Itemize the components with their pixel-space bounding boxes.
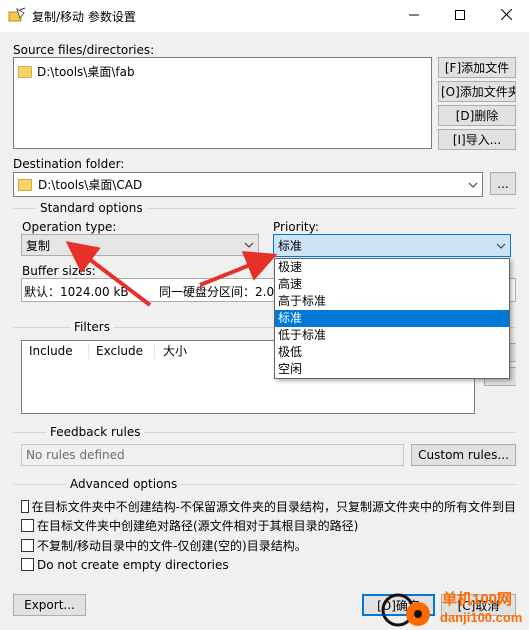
watermark: 单机100网 danji100.com	[380, 588, 529, 630]
annotation-arrows	[65, 241, 278, 307]
watermark-line2: danji100.com	[440, 610, 523, 625]
watermark-line1: 单机100网	[442, 591, 513, 608]
annotation-arrow-left	[65, 241, 152, 307]
annotation-arrow-right	[199, 251, 278, 287]
watermark-logo-icon	[381, 593, 430, 627]
